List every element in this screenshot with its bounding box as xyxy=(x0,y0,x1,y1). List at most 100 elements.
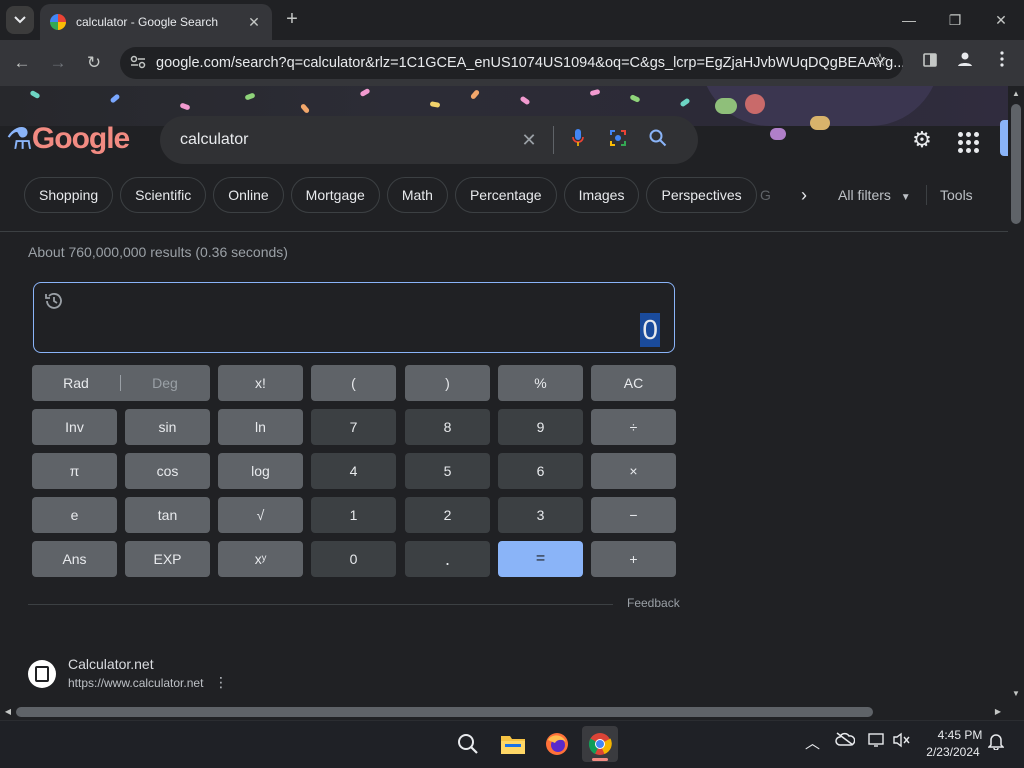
four-button[interactable]: 4 xyxy=(311,453,396,489)
pi-button[interactable]: π xyxy=(32,453,117,489)
one-button[interactable]: 1 xyxy=(311,497,396,533)
chip-perspectives[interactable]: Perspectives xyxy=(646,177,757,213)
factorial-button[interactable]: x! xyxy=(218,365,303,401)
scroll-down-arrow-icon[interactable]: ▼ xyxy=(1008,686,1024,702)
network-icon[interactable] xyxy=(868,732,886,752)
forward-button[interactable]: → xyxy=(43,48,73,78)
ans-button[interactable]: Ans xyxy=(32,541,117,577)
plus-button[interactable]: + xyxy=(591,541,676,577)
sin-button[interactable]: sin xyxy=(125,409,210,445)
chip-scientific[interactable]: Scientific xyxy=(120,177,207,213)
sqrt-button[interactable]: √ xyxy=(218,497,303,533)
inverse-button[interactable]: Inv xyxy=(32,409,117,445)
back-button[interactable]: ← xyxy=(7,48,37,78)
minimize-button[interactable]: — xyxy=(886,6,932,34)
chip-online[interactable]: Online xyxy=(213,177,284,213)
search-box[interactable]: calculator ✕ xyxy=(160,116,698,164)
deg-option[interactable]: Deg xyxy=(121,375,209,391)
three-button[interactable]: 3 xyxy=(498,497,583,533)
flask-icon: ⚗ xyxy=(6,122,33,156)
restore-button[interactable]: ❐ xyxy=(932,6,978,34)
equals-button[interactable]: = xyxy=(498,541,583,577)
show-hidden-icons-chevron-icon[interactable]: ︿ xyxy=(805,732,820,753)
scroll-right-arrow-icon[interactable]: ▶ xyxy=(990,704,1006,720)
horizontal-scrollbar-thumb[interactable] xyxy=(16,707,873,717)
zero-button[interactable]: 0 xyxy=(311,541,396,577)
chip-percentage[interactable]: Percentage xyxy=(454,177,557,213)
rad-deg-toggle[interactable]: Rad Deg xyxy=(32,365,210,401)
onedrive-cloud-icon[interactable] xyxy=(835,732,856,750)
five-button[interactable]: 5 xyxy=(405,453,490,489)
chevron-right-icon[interactable]: › xyxy=(792,181,816,209)
multiply-button[interactable]: × xyxy=(591,453,676,489)
close-window-button[interactable]: ✕ xyxy=(978,6,1024,34)
chip-shopping[interactable]: Shopping xyxy=(24,177,114,213)
right-paren-button[interactable]: ) xyxy=(405,365,490,401)
side-panel-icon[interactable] xyxy=(915,48,945,78)
vertical-scrollbar-thumb[interactable] xyxy=(1011,104,1021,224)
scroll-left-arrow-icon[interactable]: ◀ xyxy=(0,704,16,720)
seven-button[interactable]: 7 xyxy=(311,409,396,445)
result-more-icon[interactable]: ⋮ xyxy=(214,674,228,691)
power-button[interactable]: xʸ xyxy=(218,541,303,577)
reload-button[interactable]: ↻ xyxy=(79,48,109,78)
tab-title: calculator - Google Search xyxy=(76,15,219,29)
left-paren-button[interactable]: ( xyxy=(311,365,396,401)
notification-bell-icon[interactable] xyxy=(987,732,1005,754)
minus-button[interactable]: − xyxy=(591,497,676,533)
clock-time[interactable]: 4:45 PM xyxy=(932,728,988,742)
chip-mortgage[interactable]: Mortgage xyxy=(290,177,380,213)
decimal-button[interactable]: . xyxy=(405,541,490,577)
feedback-link[interactable]: Feedback xyxy=(627,596,680,610)
divide-button[interactable]: ÷ xyxy=(591,409,676,445)
scroll-up-arrow-icon[interactable]: ▲ xyxy=(1008,86,1024,102)
cos-button[interactable]: cos xyxy=(125,453,210,489)
chip-images[interactable]: Images xyxy=(563,177,640,213)
browser-tab[interactable]: calculator - Google Search ✕ xyxy=(40,4,272,40)
new-tab-button[interactable]: + xyxy=(280,8,304,32)
six-button[interactable]: 6 xyxy=(498,453,583,489)
all-clear-button[interactable]: AC xyxy=(591,365,676,401)
eight-button[interactable]: 8 xyxy=(405,409,490,445)
file-explorer-icon[interactable] xyxy=(495,726,531,762)
google-apps-icon[interactable] xyxy=(952,124,984,156)
bookmark-star-icon[interactable]: ☆ xyxy=(868,50,892,76)
sign-in-button-edge[interactable] xyxy=(1000,120,1008,156)
clock-date[interactable]: 2/23/2024 xyxy=(920,745,986,759)
exp-button[interactable]: EXP xyxy=(125,541,210,577)
chip-math[interactable]: Math xyxy=(386,177,448,213)
tab-search-button[interactable] xyxy=(6,6,34,34)
result-site-name[interactable]: Calculator.net xyxy=(68,656,154,672)
taskbar-search-icon[interactable] xyxy=(450,726,486,762)
ln-button[interactable]: ln xyxy=(218,409,303,445)
tools-button[interactable]: Tools xyxy=(940,177,973,213)
nine-button[interactable]: 9 xyxy=(498,409,583,445)
clear-icon[interactable]: ✕ xyxy=(509,130,549,151)
address-bar[interactable]: google.com/search?q=calculator&rlz=1C1GC… xyxy=(120,47,903,79)
logo-text: Google xyxy=(31,122,130,155)
site-info-icon[interactable] xyxy=(120,55,156,72)
google-doodle-logo[interactable]: ⚗ Google xyxy=(6,118,130,160)
e-button[interactable]: e xyxy=(32,497,117,533)
firefox-icon[interactable] xyxy=(539,726,575,762)
percent-button[interactable]: % xyxy=(498,365,583,401)
all-filters-button[interactable]: All filters ▼ xyxy=(838,177,911,213)
search-input[interactable]: calculator xyxy=(180,131,509,149)
volume-muted-icon[interactable] xyxy=(893,732,911,752)
chrome-taskbar-icon[interactable] xyxy=(582,726,618,762)
calculator-display[interactable]: 0 xyxy=(33,282,675,353)
search-icon[interactable] xyxy=(638,129,678,152)
tab-close-icon[interactable]: ✕ xyxy=(246,14,262,31)
profile-icon[interactable] xyxy=(950,48,980,78)
two-button[interactable]: 2 xyxy=(405,497,490,533)
lens-camera-icon[interactable] xyxy=(598,128,638,153)
log-button[interactable]: log xyxy=(218,453,303,489)
more-menu-icon[interactable] xyxy=(987,48,1017,78)
history-icon[interactable] xyxy=(44,291,66,313)
microphone-icon[interactable] xyxy=(558,128,598,153)
url-text[interactable]: google.com/search?q=calculator&rlz=1C1GC… xyxy=(156,55,903,71)
rad-option[interactable]: Rad xyxy=(32,375,120,391)
result-url[interactable]: https://www.calculator.net xyxy=(68,676,203,690)
tan-button[interactable]: tan xyxy=(125,497,210,533)
settings-gear-icon[interactable]: ⚙ xyxy=(906,124,938,156)
